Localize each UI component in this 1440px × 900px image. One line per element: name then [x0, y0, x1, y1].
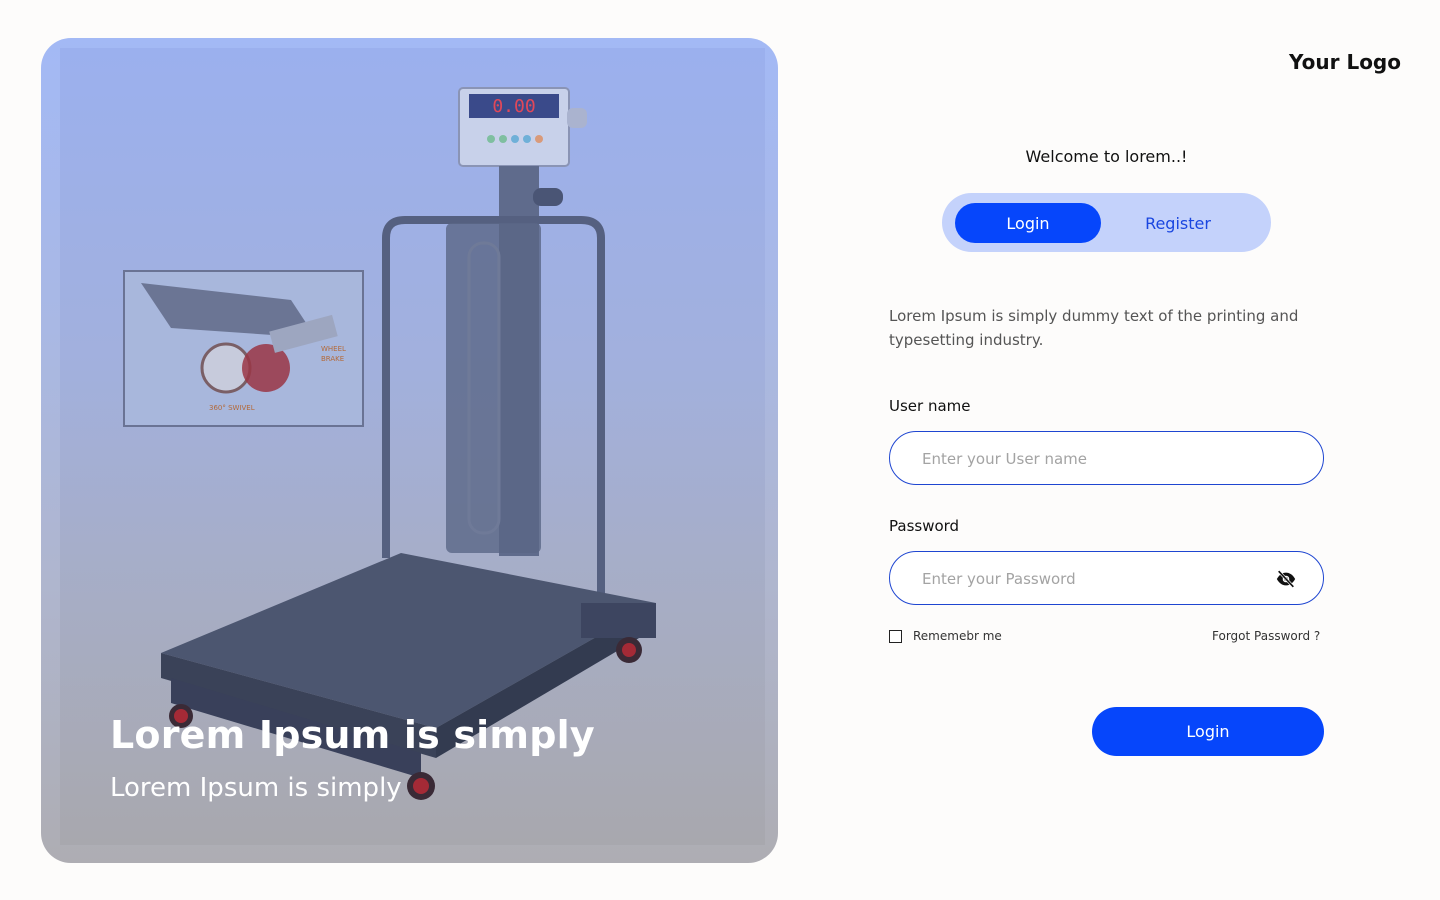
hero-panel: 0.00 WHEEL BRAKE 360° SWIVEL Lorem Ipsum…: [41, 38, 778, 863]
hero-title: Lorem Ipsum is simply: [110, 713, 595, 757]
welcome-heading: Welcome to lorem..!: [1025, 147, 1188, 166]
password-label: Password: [889, 517, 960, 535]
tab-register[interactable]: Register: [1105, 203, 1251, 243]
remember-me-checkbox[interactable]: [889, 629, 902, 643]
svg-text:0.00: 0.00: [492, 96, 535, 117]
remember-me-label: Rememebr me: [913, 629, 1002, 643]
username-label: User name: [889, 397, 971, 415]
password-input[interactable]: [920, 552, 1264, 606]
auth-mode-toggle: Login Register: [942, 193, 1271, 252]
intro-description: Lorem Ipsum is simply dummy text of the …: [889, 307, 1299, 349]
svg-text:WHEEL: WHEEL: [321, 345, 346, 353]
password-field[interactable]: [889, 551, 1324, 606]
username-input[interactable]: [920, 432, 1264, 486]
remember-me: Rememebr me: [889, 629, 1002, 643]
tab-login[interactable]: Login: [955, 203, 1101, 243]
forgot-password-link[interactable]: Forgot Password ?: [1212, 629, 1320, 643]
svg-text:360° SWIVEL: 360° SWIVEL: [209, 404, 255, 412]
username-field[interactable]: [889, 431, 1324, 486]
brand-logo: Your Logo: [1289, 50, 1401, 74]
svg-text:BRAKE: BRAKE: [321, 355, 344, 363]
hero-subtitle: Lorem Ipsum is simply: [110, 773, 402, 803]
login-button[interactable]: Login: [1092, 707, 1324, 756]
eye-off-icon[interactable]: [1275, 568, 1297, 590]
